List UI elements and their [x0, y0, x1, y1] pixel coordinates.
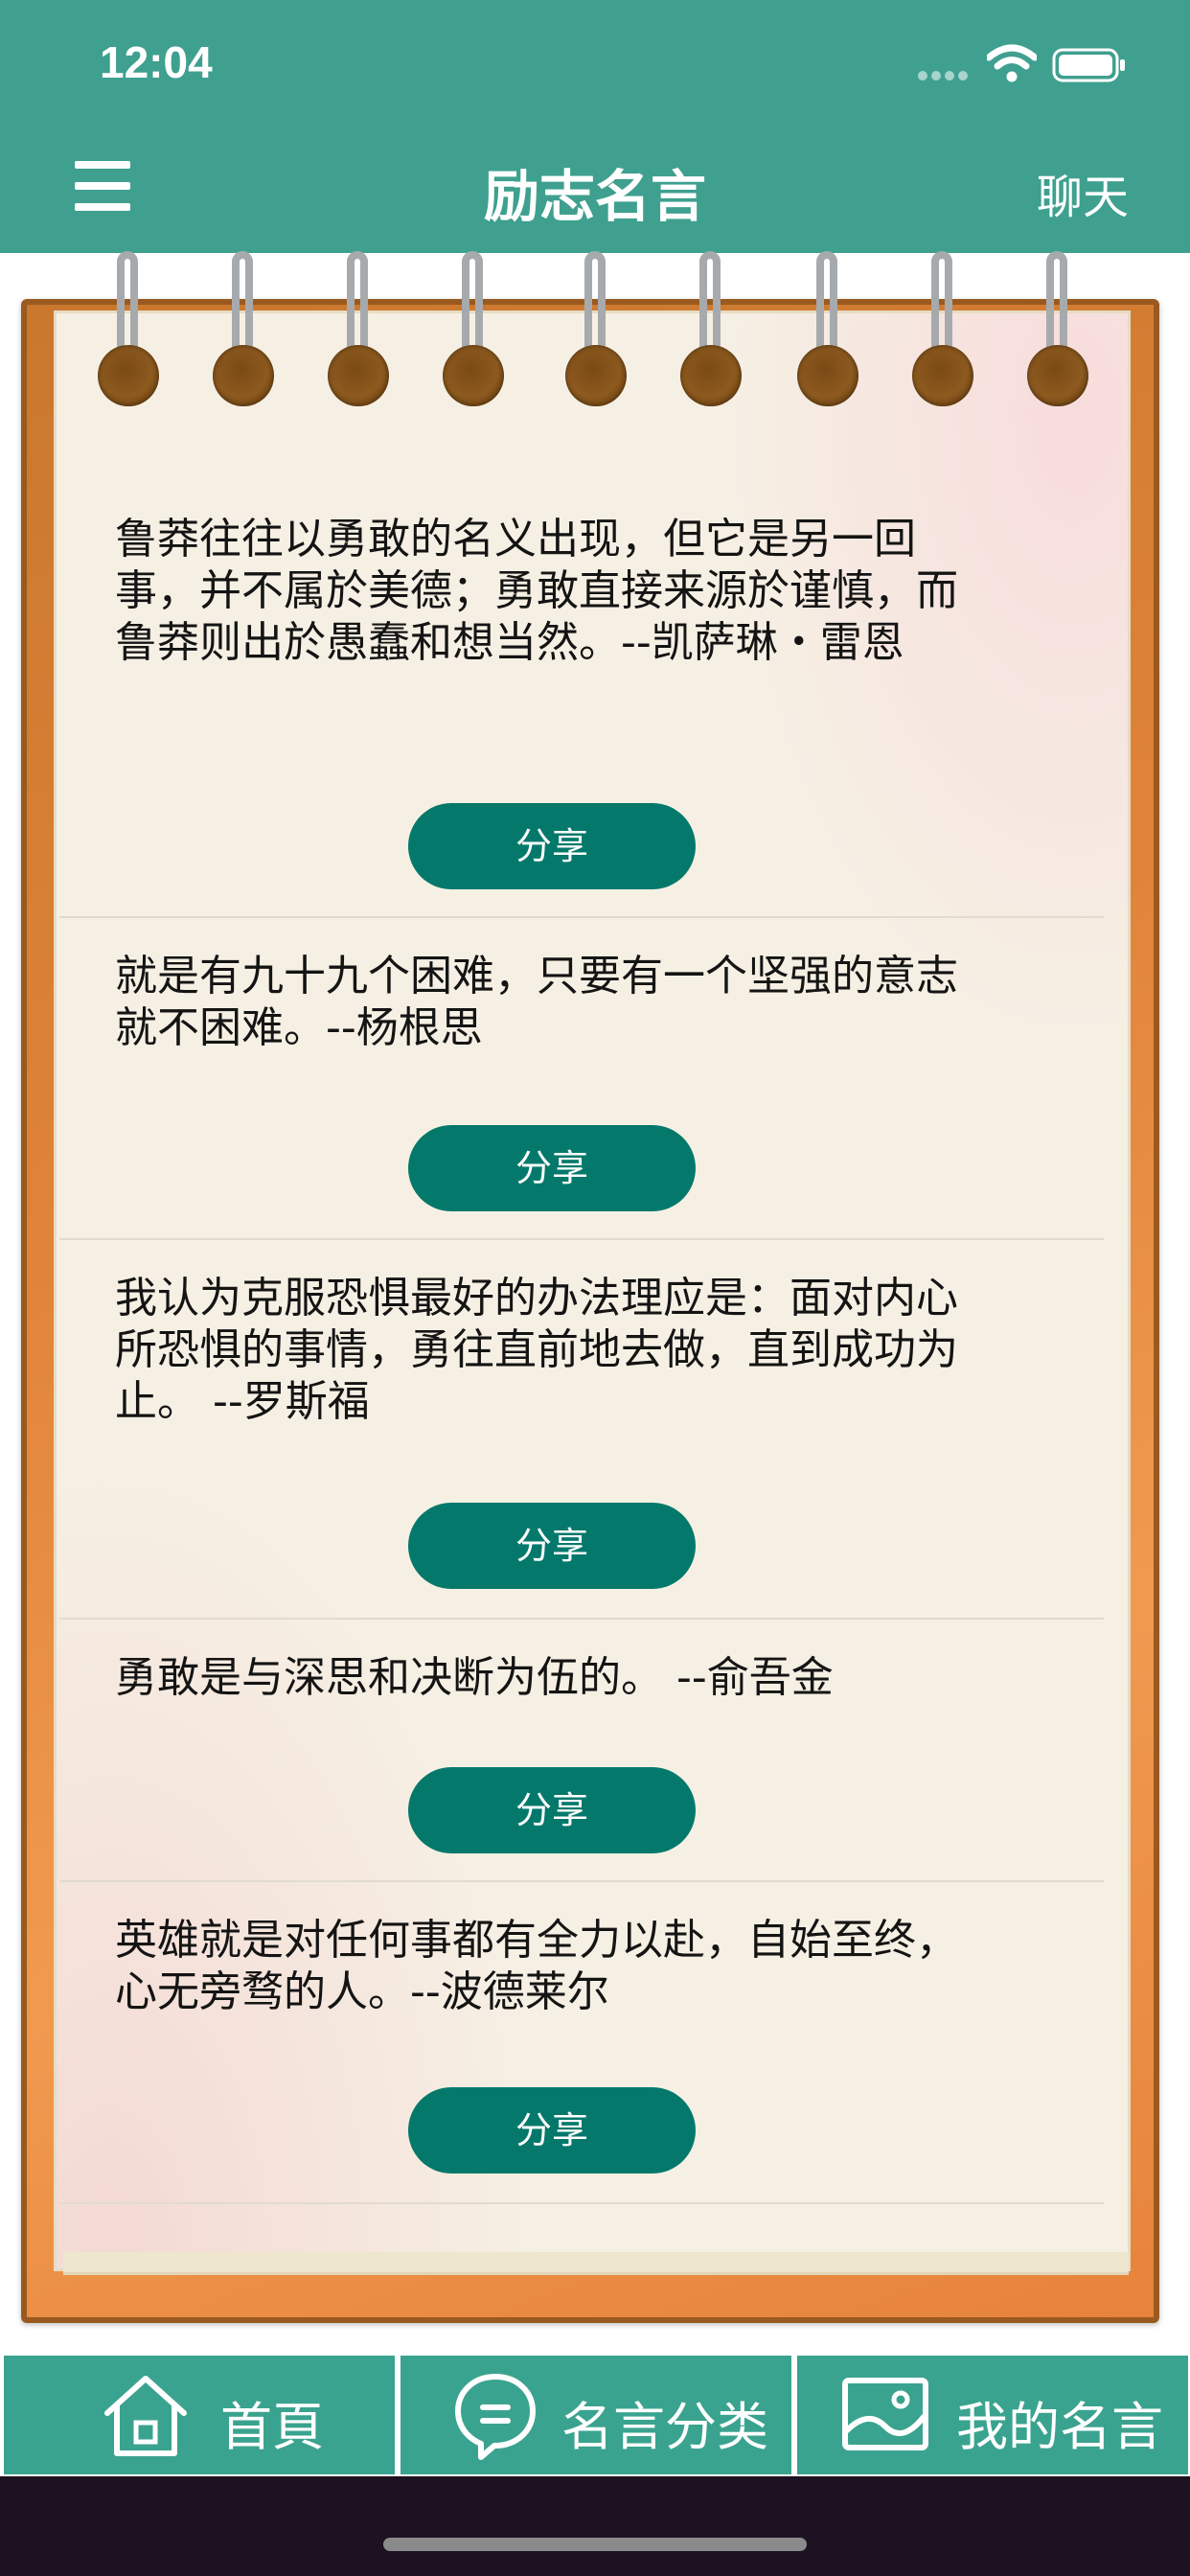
share-button[interactable]: 分享 — [408, 2087, 696, 2174]
binder-ring — [328, 251, 389, 406]
share-button[interactable]: 分享 — [408, 1767, 696, 1853]
binder-ring — [565, 251, 627, 406]
wifi-icon — [987, 44, 1037, 82]
share-button[interactable]: 分享 — [408, 803, 696, 889]
quote-item: 就是有九十九个困难，只要有一个坚强的意志就不困难。--杨根思 分享 — [59, 918, 1104, 1240]
page-title: 励志名言 — [483, 164, 706, 229]
binder-ring — [213, 251, 274, 406]
page-edge — [63, 2252, 1129, 2275]
cellular-signal-icon — [918, 71, 975, 82]
speech-bubble-icon — [455, 2374, 536, 2460]
quote-item: 我认为克服恐惧最好的办法理应是：面对内心所恐惧的事情，勇往直前地去做，直到成功为… — [59, 1240, 1104, 1620]
binder-ring — [680, 251, 742, 406]
share-button[interactable]: 分享 — [408, 1503, 696, 1589]
quote-item: 鲁莽往往以勇敢的名义出现，但它是另一回事，并不属於美德；勇敢直接来源於谨慎，而鲁… — [59, 479, 1104, 918]
binder-ring — [443, 251, 504, 406]
quote-text: 我认为克服恐惧最好的办法理应是：面对内心所恐惧的事情，勇往直前地去做，直到成功为… — [115, 1274, 958, 1426]
quote-text: 勇敢是与深思和决断为伍的。 --俞吾金 — [115, 1653, 834, 1702]
picture-frame-icon — [842, 2378, 928, 2450]
home-indicator[interactable] — [383, 2538, 807, 2551]
tab-my-quotes-label: 我的名言 — [956, 2397, 1163, 2457]
status-time: 12:04 — [100, 37, 213, 87]
quote-text: 英雄就是对任何事都有全力以赴，自始至终，心无旁骛的人。--波德莱尔 — [115, 1916, 958, 2016]
binder-ring — [98, 251, 159, 406]
home-indicator-area — [0, 2476, 1190, 2576]
quote-text: 就是有九十九个困难，只要有一个坚强的意志就不困难。--杨根思 — [115, 952, 958, 1052]
tab-home-label: 首頁 — [220, 2397, 324, 2457]
navigation-bar: 12:04 励志名言 聊天 — [0, 0, 1190, 253]
tab-my-quotes[interactable]: 我的名言 — [797, 2356, 1188, 2474]
binder-ring — [912, 251, 973, 406]
tab-categories[interactable]: 名言分类 — [400, 2356, 791, 2474]
home-icon — [104, 2376, 187, 2456]
battery-icon — [1052, 48, 1125, 82]
binder-ring — [797, 251, 858, 406]
quote-text: 鲁莽往往以勇敢的名义出现，但它是另一回事，并不属於美德；勇敢直接来源於谨慎，而鲁… — [115, 515, 958, 667]
quote-item: 英雄就是对任何事都有全力以赴，自始至终，心无旁骛的人。--波德莱尔 分享 — [59, 1882, 1104, 2204]
tab-home[interactable]: 首頁 — [4, 2356, 395, 2474]
chat-button[interactable]: 聊天 — [1037, 159, 1129, 226]
tab-categories-label: 名言分类 — [561, 2397, 768, 2457]
share-button[interactable]: 分享 — [408, 1125, 696, 1211]
quote-item: 勇敢是与深思和决断为伍的。 --俞吾金 分享 — [59, 1620, 1104, 1882]
binder-ring — [1027, 251, 1088, 406]
